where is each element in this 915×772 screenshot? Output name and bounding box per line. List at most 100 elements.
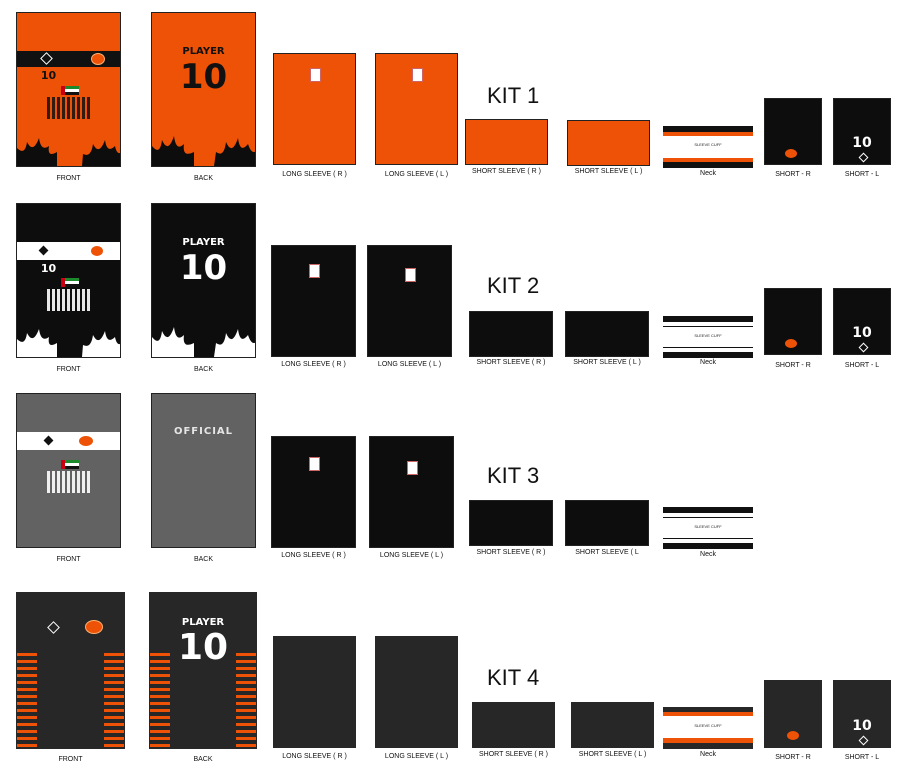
kit-4-title: KIT 4 [487, 665, 540, 690]
kit-3-title: KIT 3 [487, 463, 540, 488]
kit-1-long-sleeve-r [273, 53, 356, 165]
caption-long-sleeve-l: LONG SLEEVE ( L ) [384, 171, 449, 178]
caption-long-sleeve-l: LONG SLEEVE ( L ) [379, 552, 444, 559]
caption-long-sleeve-r: LONG SLEEVE ( R ) [282, 753, 347, 760]
caption-short-r: SHORT - R [775, 171, 811, 178]
flame-pattern [152, 136, 255, 166]
kit-3-front-jersey [16, 393, 121, 548]
caption-short-sleeve-l: SHORT SLEEVE ( L ) [574, 168, 643, 175]
caption-short-sleeve-l: SHORT SLEEVE ( L ) [573, 359, 641, 366]
sleeve-cuff-label: SLEEVE CUFF [694, 142, 722, 147]
caption-back: BACK [193, 366, 214, 373]
flag-icon [61, 86, 79, 95]
chest-band [17, 432, 120, 450]
shorts-number: 10 [852, 718, 872, 734]
kit-1-neck-cuff: SLEEVE CUFF [663, 126, 753, 168]
kit-1-short-sleeve-l [567, 120, 650, 166]
kit-1-short-r [764, 98, 822, 165]
kit-4-short-r [764, 680, 822, 748]
side-stripes-right [236, 653, 256, 748]
caption-neck: Neck [700, 551, 716, 558]
flame-ball-logo-icon [85, 620, 103, 634]
sleeve-tag [308, 457, 320, 471]
shorts-number: 10 [852, 135, 872, 151]
kit-1-front-jersey: 10 [16, 12, 121, 167]
kit-2-front-jersey: 10 [16, 203, 121, 358]
diamond-logo-icon [858, 342, 869, 353]
flame-ball-logo-icon [91, 53, 105, 65]
kit-1-title: KIT 1 [487, 83, 540, 108]
kit-3-short-sleeve-l [565, 500, 649, 546]
kit-4-long-sleeve-l [375, 636, 458, 748]
caption-short-l: SHORT - L [844, 362, 880, 369]
kit-2-short-sleeve-l [565, 311, 649, 357]
diamond-logo-icon [858, 735, 869, 746]
kit-4-short-sleeve-l [571, 702, 654, 748]
front-graphic-text [47, 97, 92, 119]
kit-4-neck-cuff: SLEEVE CUFF [663, 707, 753, 749]
caption-short-sleeve-r: SHORT SLEEVE ( R ) [476, 359, 546, 366]
caption-short-sleeve-r: SHORT SLEEVE ( R ) [472, 168, 541, 175]
front-graphic-text [47, 471, 92, 493]
caption-short-l: SHORT - L [844, 754, 880, 761]
kit-2-title: KIT 2 [487, 273, 540, 298]
kit-3-short-sleeve-r [469, 500, 553, 546]
back-player-name: PLAYER [182, 46, 225, 57]
back-player-name: PLAYER [182, 237, 225, 248]
diamond-logo-icon [47, 621, 60, 634]
caption-back: BACK [193, 175, 214, 182]
sleeve-tag [309, 68, 321, 82]
flame-ball-logo-icon [787, 731, 799, 740]
side-stripes-left [17, 653, 37, 748]
diamond-logo-icon [858, 152, 869, 163]
caption-back: BACK [193, 756, 213, 763]
caption-front: FRONT [56, 175, 81, 182]
kit-3-long-sleeve-l [369, 436, 454, 548]
kit-3-long-sleeve-r [271, 436, 356, 548]
caption-long-sleeve-r: LONG SLEEVE ( R ) [281, 552, 346, 559]
kit-1-back-jersey: PLAYER 10 [151, 12, 256, 167]
sleeve-tag [406, 461, 418, 475]
caption-short-sleeve-r: SHORT SLEEVE ( R ) [476, 549, 546, 556]
sleeve-tag [308, 264, 320, 278]
kit-4-front-jersey [16, 592, 125, 749]
kit-2-long-sleeve-l [367, 245, 452, 357]
kit-2-short-l: 10 [833, 288, 891, 355]
back-number: 10 [179, 57, 228, 97]
flame-ball-logo-icon [91, 246, 103, 256]
caption-front: FRONT [56, 556, 81, 563]
caption-short-sleeve-l: SHORT SLEEVE ( L [575, 549, 639, 556]
kit-1-long-sleeve-l [375, 53, 458, 165]
front-number: 10 [40, 69, 57, 82]
caption-long-sleeve-l: LONG SLEEVE ( L ) [377, 361, 442, 368]
caption-short-sleeve-r: SHORT SLEEVE ( R ) [479, 751, 548, 758]
caption-long-sleeve-r: LONG SLEEVE ( R ) [282, 171, 347, 178]
sleeve-cuff-label: SLEEVE CUFF [694, 333, 722, 338]
kit-4-short-l: 10 [833, 680, 891, 748]
kit-2-short-r [764, 288, 822, 355]
kit-4-short-sleeve-r [472, 702, 555, 748]
sleeve-cuff-label: SLEEVE CUFF [694, 524, 722, 529]
chest-band [17, 242, 120, 260]
kit-2-short-sleeve-r [469, 311, 553, 357]
flame-pattern [17, 138, 120, 166]
front-graphic-text [47, 289, 92, 311]
caption-neck: Neck [700, 751, 716, 758]
shorts-number: 10 [852, 325, 872, 341]
flame-ball-logo-icon [785, 149, 797, 158]
kit-3-back-jersey: OFFICIAL [151, 393, 256, 548]
flame-pattern [17, 329, 120, 357]
caption-long-sleeve-l: LONG SLEEVE ( L ) [384, 753, 449, 760]
kit-1-short-l: 10 [833, 98, 891, 165]
caption-long-sleeve-r: LONG SLEEVE ( R ) [281, 361, 346, 368]
caption-short-r: SHORT - R [775, 754, 811, 761]
kit-2-long-sleeve-r [271, 245, 356, 357]
back-official-label: OFFICIAL [173, 426, 234, 437]
sleeve-tag [404, 268, 416, 282]
kit-1-short-sleeve-r [465, 119, 548, 165]
back-number: 10 [179, 248, 228, 288]
caption-back: BACK [193, 556, 214, 563]
sleeve-tag [411, 68, 423, 82]
front-number: 10 [40, 262, 57, 275]
kit-2-neck-cuff: SLEEVE CUFF [663, 316, 753, 358]
